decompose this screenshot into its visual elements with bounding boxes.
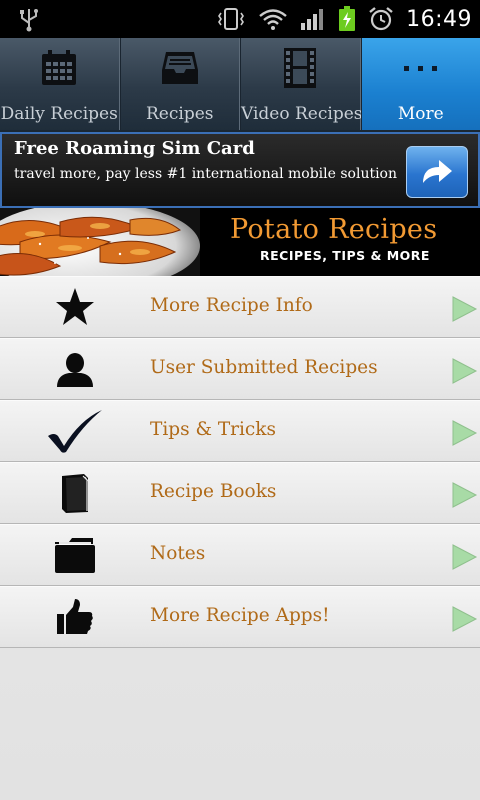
menu-item-label: More Recipe Info — [150, 295, 313, 316]
usb-icon — [20, 9, 38, 32]
menu-item-label: Notes — [150, 543, 206, 564]
ad-subtitle: travel more, pay less #1 international m… — [14, 166, 398, 182]
header-banner: Potato Recipes RECIPES, TIPS & MORE — [0, 208, 480, 276]
inbox-tray-icon — [161, 52, 198, 84]
menu-item-label: Tips & Tricks — [150, 419, 276, 440]
menu-item-label: User Submitted Recipes — [150, 357, 378, 378]
chevron-right-icon — [452, 358, 478, 384]
chevron-right-icon — [452, 482, 478, 508]
vibrate-icon — [218, 8, 245, 30]
clock-time: 16:49 — [406, 6, 472, 32]
wifi-icon — [259, 9, 287, 30]
share-arrow-icon — [423, 160, 452, 183]
menu-item-notes[interactable]: Notes — [0, 524, 480, 586]
header-title: Potato Recipes — [230, 214, 438, 245]
menu-item-user-submitted-recipes[interactable]: User Submitted Recipes — [0, 338, 480, 400]
menu-item-label: More Recipe Apps! — [150, 605, 330, 626]
tab-label: Recipes — [146, 104, 214, 124]
tab-recipes[interactable]: Recipes — [119, 38, 240, 130]
tab-video-recipes[interactable]: Video Recipes — [240, 38, 363, 130]
more-dots-icon — [403, 66, 437, 71]
tab-label: Video Recipes — [241, 104, 363, 124]
book-icon — [62, 474, 89, 513]
tab-label: More — [397, 104, 444, 124]
tab-daily-recipes[interactable]: Daily Recipes — [0, 38, 120, 130]
status-bar: 16:49 — [0, 0, 480, 38]
chevron-right-icon — [452, 296, 478, 322]
folder-icon — [55, 538, 95, 573]
chevron-right-icon — [452, 544, 478, 570]
signal-icon — [301, 9, 324, 30]
potato-wedges-image — [0, 208, 200, 276]
star-icon — [56, 288, 94, 325]
chevron-right-icon — [452, 606, 478, 632]
film-strip-icon — [284, 48, 317, 88]
menu-item-more-recipe-apps[interactable]: More Recipe Apps! — [0, 586, 480, 648]
alarm-icon — [369, 7, 393, 31]
battery-charging-icon — [339, 6, 356, 31]
menu-item-more-recipe-info[interactable]: More Recipe Info — [0, 276, 480, 338]
chevron-right-icon — [452, 420, 478, 446]
menu-item-label: Recipe Books — [150, 481, 277, 502]
header-subtitle: RECIPES, TIPS & MORE — [260, 248, 430, 263]
tab-more[interactable]: More — [360, 38, 480, 130]
ad-open-button[interactable] — [406, 146, 468, 198]
ad-title: Free Roaming Sim Card — [14, 138, 255, 159]
tab-bar: Daily Recipes Recipes Video Recipes More — [0, 38, 480, 132]
thumbs-up-icon — [57, 599, 93, 634]
menu-item-recipe-books[interactable]: Recipe Books — [0, 462, 480, 524]
menu-item-tips-tricks[interactable]: Tips & Tricks — [0, 400, 480, 462]
ad-banner[interactable]: Free Roaming Sim Card travel more, pay l… — [0, 132, 480, 208]
user-icon — [57, 353, 93, 387]
checkmark-icon — [48, 410, 102, 453]
calendar-icon — [42, 50, 77, 85]
tab-label: Daily Recipes — [0, 104, 118, 124]
menu-list: More Recipe Info User Submitted Recipes … — [0, 276, 480, 648]
